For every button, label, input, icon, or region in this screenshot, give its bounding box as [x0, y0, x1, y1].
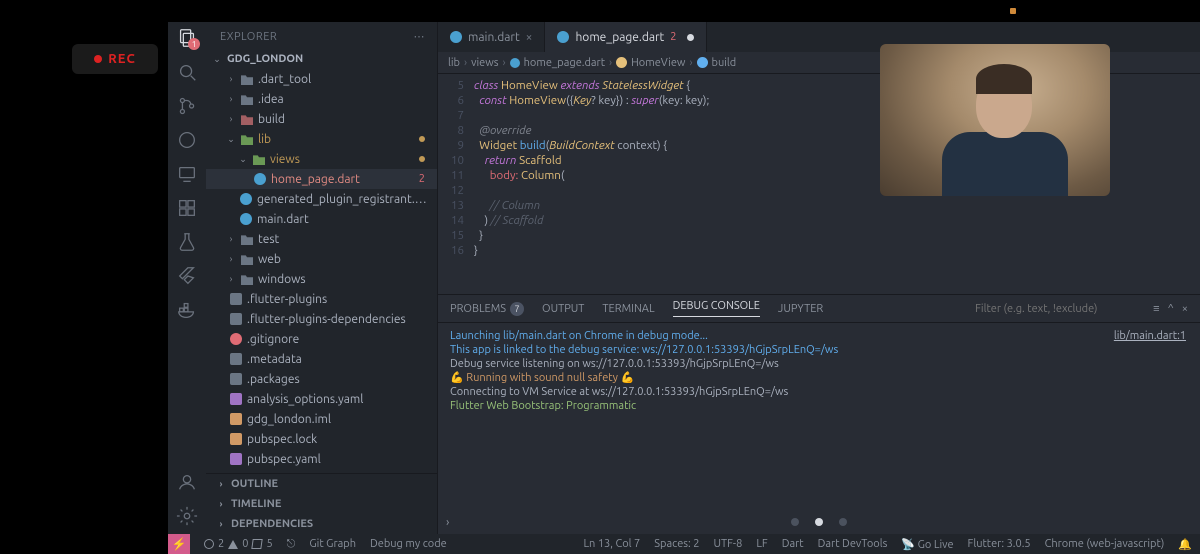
debug-console-output[interactable]: lib/main.dart:1 Launching lib/main.dart … — [438, 323, 1200, 534]
pager-dots — [791, 518, 847, 526]
docker-icon[interactable] — [175, 298, 199, 322]
tree-file[interactable]: pubspec.lock — [206, 429, 437, 449]
tree-folder[interactable]: ›web — [206, 249, 437, 269]
tab-home-page[interactable]: home_page.dart2 — [545, 22, 706, 52]
notification-dot — [1010, 8, 1016, 14]
extensions-icon[interactable] — [175, 196, 199, 220]
github-icon[interactable] — [175, 128, 199, 152]
tree-file[interactable]: generated_plugin_registrant.dart — [206, 189, 437, 209]
tab-jupyter[interactable]: JUPYTER — [778, 303, 823, 315]
rec-dot-icon — [94, 55, 102, 63]
webcam-overlay — [880, 44, 1110, 196]
rec-label: REC — [108, 52, 136, 66]
tree-file[interactable]: .metadata — [206, 349, 437, 369]
tab-terminal[interactable]: TERMINAL — [602, 303, 654, 315]
section-dependencies[interactable]: ›DEPENDENCIES — [206, 514, 437, 534]
explorer-badge: 1 — [188, 38, 200, 50]
status-gitgraph[interactable]: Git Graph — [309, 538, 356, 550]
explorer-more-icon[interactable]: ⋯ — [414, 30, 426, 43]
explorer-sidebar: EXPLORER ⋯ ⌄GDG_LONDON ›.dart_tool ›.ide… — [206, 22, 438, 534]
tree-folder[interactable]: ⌄views — [206, 149, 437, 169]
source-control-icon[interactable] — [175, 94, 199, 118]
search-icon[interactable] — [175, 60, 199, 84]
status-port-icon[interactable]: ⎋ — [287, 538, 296, 551]
console-source-link[interactable]: lib/main.dart:1 — [1114, 329, 1186, 343]
tree-folder[interactable]: ›windows — [206, 269, 437, 289]
remote-icon[interactable] — [175, 162, 199, 186]
status-flutter[interactable]: Flutter: 3.0.5 — [968, 538, 1031, 550]
status-golive[interactable]: 📡 Go Live — [901, 538, 953, 551]
status-encoding[interactable]: UTF-8 — [713, 538, 742, 550]
explorer-icon[interactable]: 1 — [175, 26, 199, 50]
panel-filter-input[interactable] — [975, 303, 1125, 315]
panel-chevron-icon[interactable]: › — [446, 516, 449, 530]
tree-file[interactable]: .flutter-plugins-dependencies — [206, 309, 437, 329]
test-icon[interactable] — [175, 230, 199, 254]
status-errors[interactable]: 2 0 5 — [204, 538, 273, 550]
remote-status-icon[interactable]: ⚡ — [168, 534, 190, 554]
tree-folder[interactable]: ›.idea — [206, 89, 437, 109]
settings-gear-icon[interactable] — [175, 504, 199, 528]
status-bar: ⚡ 2 0 5 ⎋ Git Graph Debug my code Ln 13,… — [168, 534, 1200, 554]
status-eol[interactable]: LF — [756, 538, 767, 550]
tree-file[interactable]: main.dart — [206, 209, 437, 229]
section-timeline[interactable]: ›TIMELINE — [206, 494, 437, 514]
tree-file-home-page[interactable]: home_page.dart2 — [206, 169, 437, 189]
activity-bar: 1 — [168, 22, 206, 534]
tree-folder[interactable]: ›build — [206, 109, 437, 129]
line-gutter: 5678910111213141516 — [438, 74, 474, 294]
bottom-panel: PROBLEMS7 OUTPUT TERMINAL DEBUG CONSOLE … — [438, 294, 1200, 534]
account-icon[interactable] — [175, 470, 199, 494]
tree-file[interactable]: .flutter-plugins — [206, 289, 437, 309]
recording-indicator: REC — [72, 44, 158, 74]
tree-folder[interactable]: ›test — [206, 229, 437, 249]
status-debug[interactable]: Debug my code — [370, 538, 447, 550]
status-lang[interactable]: Dart — [782, 538, 804, 550]
status-bell-icon[interactable]: 🔔 — [1178, 538, 1192, 551]
close-icon[interactable]: × — [526, 31, 533, 44]
flutter-icon[interactable] — [175, 264, 199, 288]
beaker-icon — [252, 539, 263, 549]
explorer-title: EXPLORER — [220, 31, 277, 43]
file-tree: ⌄GDG_LONDON ›.dart_tool ›.idea ›build ⌄l… — [206, 49, 437, 473]
tree-file[interactable]: analysis_options.yaml — [206, 389, 437, 409]
tree-file[interactable]: .gitignore — [206, 329, 437, 349]
tree-folder[interactable]: ›.dart_tool — [206, 69, 437, 89]
tree-file[interactable]: gdg_london.iml — [206, 409, 437, 429]
panel-close-icon[interactable]: × — [1182, 303, 1188, 315]
tree-root[interactable]: ⌄GDG_LONDON — [206, 49, 437, 69]
status-devtools[interactable]: Dart DevTools — [818, 538, 888, 550]
tab-debug-console[interactable]: DEBUG CONSOLE — [673, 300, 760, 317]
status-cursor[interactable]: Ln 13, Col 7 — [583, 538, 640, 550]
tree-file[interactable]: .packages — [206, 369, 437, 389]
tab-output[interactable]: OUTPUT — [542, 303, 584, 315]
tree-folder[interactable]: ⌄lib — [206, 129, 437, 149]
tree-file[interactable]: pubspec.yaml — [206, 449, 437, 469]
section-outline[interactable]: ›OUTLINE — [206, 474, 437, 494]
modified-dot-icon — [687, 34, 694, 41]
tab-problems[interactable]: PROBLEMS7 — [450, 302, 524, 316]
status-device[interactable]: Chrome (web-javascript) — [1045, 538, 1165, 550]
status-spaces[interactable]: Spaces: 2 — [654, 538, 699, 550]
tab-main[interactable]: main.dart× — [438, 22, 545, 52]
panel-collapse-icon[interactable]: ^ — [1168, 303, 1174, 315]
panel-settings-icon[interactable]: ≡ — [1153, 303, 1159, 315]
